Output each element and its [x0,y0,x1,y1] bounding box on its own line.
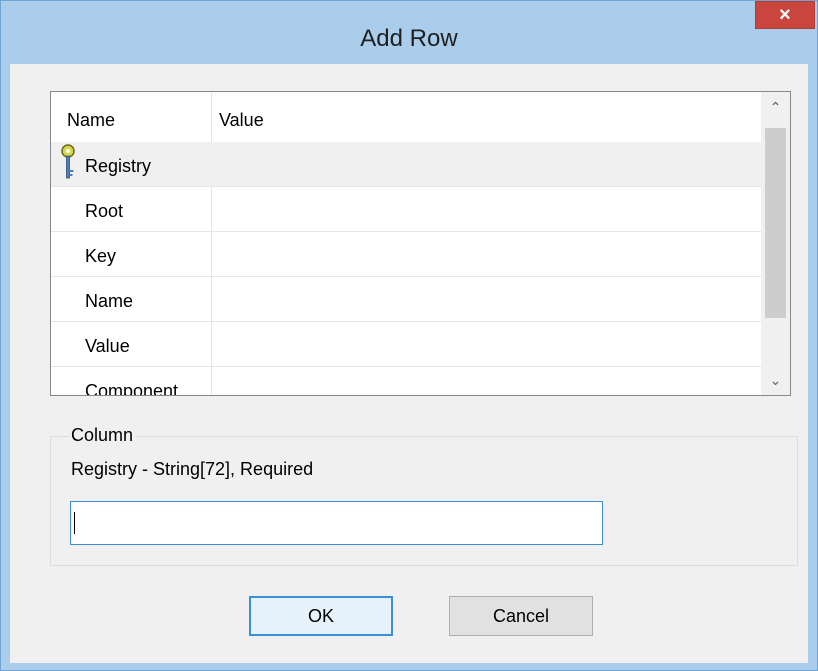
properties-grid: Name Value Registry Root Key Name Value … [50,91,791,396]
dialog-title: Add Row [360,25,458,52]
grid-scrollbar[interactable]: ⌃ ⌄ [761,92,790,395]
close-icon: × [779,3,791,26]
row-label: Component_ [85,381,189,396]
row-label: Key [85,246,117,266]
grid-row-root[interactable]: Root [51,187,761,232]
scroll-down-button[interactable]: ⌄ [761,365,790,395]
text-caret [74,512,75,534]
chevron-up-icon: ⌃ [769,98,782,115]
row-divider [211,277,212,322]
grid-row-key[interactable]: Key [51,232,761,277]
row-divider [211,232,212,277]
scroll-thumb[interactable] [765,128,786,318]
row-label: Value [85,336,130,356]
scroll-up-button[interactable]: ⌃ [761,92,790,122]
column-description: Registry - String[72], Required [71,459,314,479]
ok-button[interactable]: OK [249,596,393,636]
key-icon [61,144,75,179]
dialog-body: Name Value Registry Root Key Name Value … [10,64,808,663]
grid-row-name[interactable]: Name [51,277,761,322]
grid-row-value[interactable]: Value [51,322,761,367]
row-divider [211,322,212,367]
cancel-button[interactable]: Cancel [449,596,593,636]
grid-row-component[interactable]: Component_ [51,367,761,396]
row-divider [211,187,212,232]
chevron-down-icon: ⌄ [769,371,782,388]
row-label: Root [85,201,124,221]
row-label: Registry [85,156,152,176]
grid-row-registry[interactable]: Registry [51,142,761,187]
column-groupbox: Column Registry - String[72], Required [50,425,798,566]
column-header-value[interactable]: Value [219,92,264,142]
column-header-name[interactable]: Name [67,92,115,142]
row-label: Name [85,291,134,311]
title-bar[interactable]: Add Row × [1,1,817,52]
row-divider [211,367,212,395]
add-row-dialog: Add Row × Name Value Registry Root Key N… [0,0,818,671]
column-value-input[interactable] [70,501,603,545]
close-button[interactable]: × [755,1,815,29]
grid-header: Name Value [51,92,761,142]
groupbox-legend: Column [69,425,136,446]
header-divider [211,92,212,142]
